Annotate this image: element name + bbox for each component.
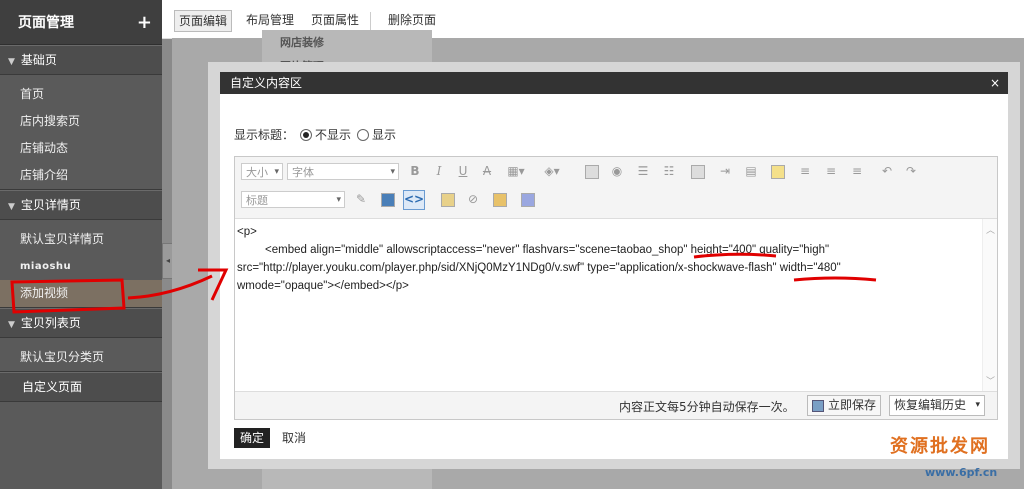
annotation-underline-height: [693, 252, 777, 259]
watermark-logo: 资源批发网: [890, 436, 990, 457]
annotation-underline-width: [793, 276, 877, 282]
annotation-circle: [10, 278, 126, 314]
annotation-arrowhead: [198, 268, 229, 301]
annotation-overlay: [10, 252, 877, 314]
watermark-url: www.6pf.cn: [925, 466, 998, 479]
annotation-arrow: [127, 274, 213, 300]
